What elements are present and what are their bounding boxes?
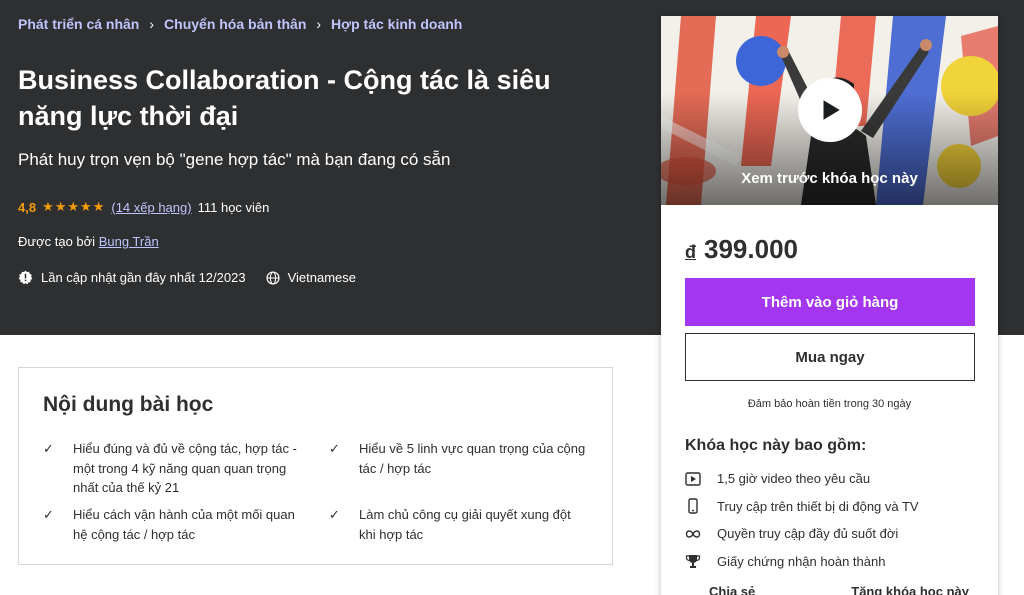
list-item: 1,5 giờ video theo yêu cầu: [685, 471, 870, 486]
course-language: Vietnamese: [287, 270, 356, 285]
what-you-learn-box: Nội dung bài học ✓ Hiểu đúng và đủ về cộ…: [18, 367, 613, 565]
list-item: ✓ Làm chủ công cụ giải quyết xung đột kh…: [329, 505, 589, 544]
add-to-cart-button[interactable]: Thêm vào giỏ hàng: [685, 278, 975, 326]
rating-row: 4,8 ★★★★★ (14 xếp hạng) 111 học viên: [18, 199, 269, 215]
course-preview[interactable]: Xem trước khóa học này: [661, 16, 998, 205]
chevron-right-icon: ›: [149, 16, 155, 32]
rating-value: 4,8: [18, 199, 37, 215]
lesson-text: Làm chủ công cụ giải quyết xung đột khi …: [359, 507, 571, 542]
rating-count-link[interactable]: (14 xếp hạng): [111, 200, 191, 215]
price-value: 399.000: [704, 234, 798, 264]
page-title: Business Collaboration - Cộng tác là siê…: [18, 65, 551, 131]
gift-course-link[interactable]: Tặng khóa học này: [851, 584, 969, 595]
course-subtitle: Phát huy trọn vẹn bộ "gene hợp tác" mà b…: [18, 150, 451, 169]
lesson-text: Hiểu cách vận hành của một mối quan hệ c…: [73, 507, 295, 542]
creator-line: Được tạo bởi Bung Trần: [18, 234, 159, 249]
breadcrumb-item-business-collaboration[interactable]: Hợp tác kinh doanh: [331, 16, 462, 32]
trophy-icon: [685, 555, 701, 568]
globe-icon: [266, 270, 280, 285]
infinity-icon: [685, 529, 701, 538]
student-count: 111 học viên: [197, 199, 270, 215]
video-icon: [685, 471, 701, 486]
check-icon: ✓: [43, 441, 54, 456]
check-icon: ✓: [43, 507, 54, 522]
list-item: ✓ Hiểu đúng và đủ về cộng tác, hợp tác -…: [43, 439, 303, 498]
list-item: Giấy chứng nhận hoàn thành: [685, 553, 885, 569]
check-icon: ✓: [329, 507, 340, 522]
breadcrumb: Phát triển cá nhân › Chuyển hóa bản thân…: [18, 16, 462, 32]
breadcrumb-item-personal-development[interactable]: Phát triển cá nhân: [18, 16, 139, 32]
chevron-right-icon: ›: [316, 16, 322, 32]
list-item: Quyền truy cập đầy đủ suốt đời: [685, 526, 898, 541]
breadcrumb-item-self-transformation[interactable]: Chuyển hóa bản thân: [164, 16, 306, 32]
check-icon: ✓: [329, 441, 340, 456]
play-icon: [823, 100, 840, 120]
creator-link[interactable]: Bung Trần: [99, 234, 159, 249]
list-item: Truy cập trên thiết bị di động và TV: [685, 498, 919, 514]
list-item: ✓ Hiểu cách vận hành của một mối quan hệ…: [43, 505, 303, 544]
price: đ 399.000: [685, 234, 798, 265]
lesson-text: Hiểu đúng và đủ về cộng tác, hợp tác - m…: [73, 441, 297, 495]
last-updated: Lần cập nhật gần đây nhất 12/2023: [41, 270, 246, 285]
course-meta: Lần cập nhật gần đây nhất 12/2023 Vietna…: [18, 270, 356, 285]
content-heading: Nội dung bài học: [43, 393, 214, 416]
creator-prefix: Được tạo bởi: [18, 234, 96, 249]
buy-now-button[interactable]: Mua ngay: [685, 333, 975, 381]
star-rating-icon: ★★★★★: [42, 199, 106, 214]
lesson-text: Hiểu về 5 linh vực quan trọng của cộng t…: [359, 441, 586, 476]
money-back-guarantee: Đảm bảo hoàn tiền trong 30 ngày: [747, 398, 912, 410]
card-actions: Chia sẻ Tặng khóa học này: [709, 584, 969, 595]
play-button[interactable]: [798, 78, 862, 142]
preview-label: Xem trước khóa học này: [741, 170, 918, 187]
includes-heading: Khóa học này bao gồm:: [685, 437, 867, 454]
list-item: ✓ Hiểu về 5 linh vực quan trọng của cộng…: [329, 439, 589, 478]
alert-badge-icon: [18, 270, 33, 285]
mobile-tv-icon: [688, 498, 698, 514]
currency-symbol: đ: [685, 242, 696, 262]
share-link[interactable]: Chia sẻ: [709, 584, 755, 595]
purchase-card: Xem trước khóa học này đ 399.000 Thêm vào…: [661, 16, 998, 595]
